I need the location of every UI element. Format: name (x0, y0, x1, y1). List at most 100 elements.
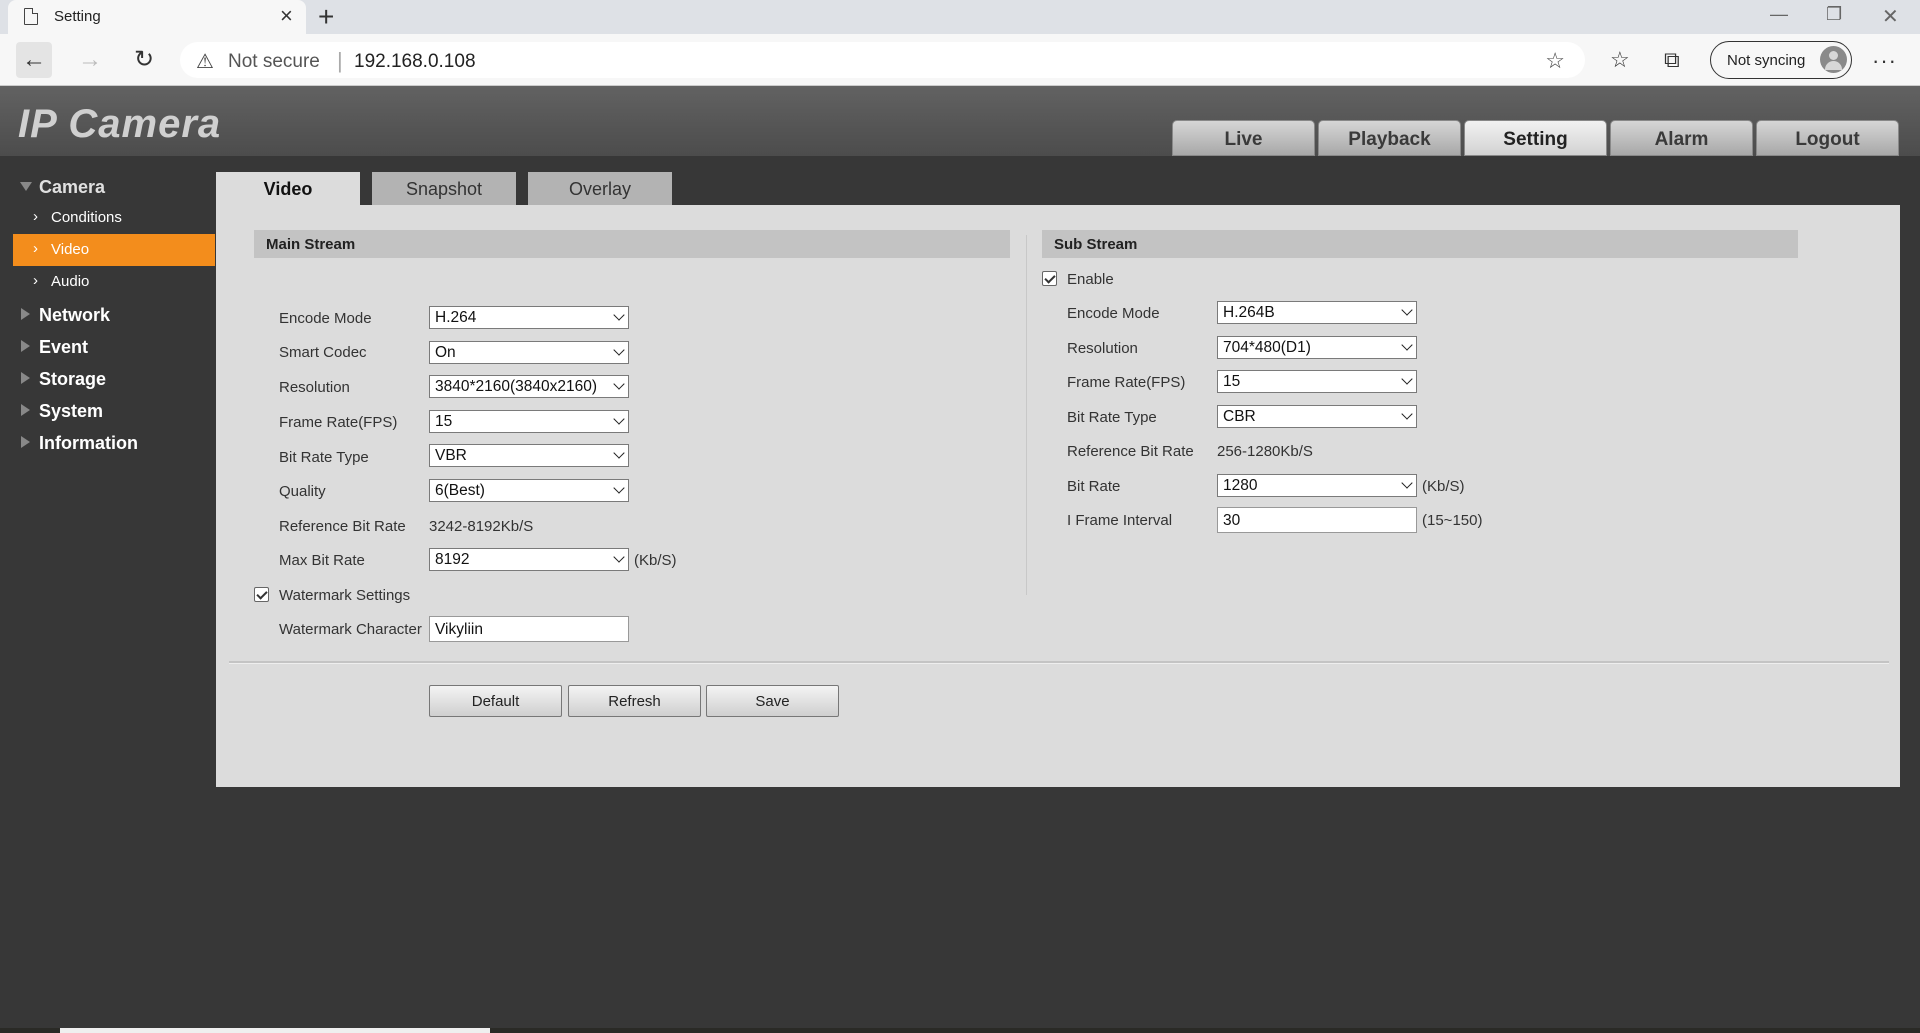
column-divider (1026, 235, 1027, 595)
sidebar-group-label: System (39, 401, 104, 421)
main-stream-header: Main Stream (254, 230, 1010, 258)
collapsed-triangle-icon (21, 372, 30, 384)
back-icon[interactable]: ← (16, 42, 52, 78)
sidebar: Camera › Conditions › Video › Audio Netw… (0, 170, 215, 458)
sub-stream-header: Sub Stream (1042, 230, 1798, 258)
collections-icon[interactable]: ⧉ (1664, 47, 1680, 73)
sidebar-group-system[interactable]: System (0, 394, 215, 426)
main-bit-rate-type-select[interactable]: VBR (429, 444, 629, 467)
sub-encode-mode-select[interactable]: H.264B (1217, 301, 1417, 324)
tab-snapshot[interactable]: Snapshot (372, 172, 522, 206)
sub-enable-label: Enable (1067, 271, 1114, 288)
main-max-bit-rate-unit: (Kb/S) (634, 552, 677, 569)
sub-iframe-range: (15~150) (1422, 512, 1483, 529)
page-icon (24, 8, 38, 25)
chevron-down-icon (1401, 339, 1413, 351)
sidebar-group-information[interactable]: Information (0, 426, 215, 458)
form-divider (229, 661, 1889, 664)
refresh-button[interactable]: Refresh (568, 685, 701, 717)
forward-icon[interactable]: → (72, 42, 108, 78)
chevron-right-icon: › (33, 272, 38, 289)
sidebar-group-storage[interactable]: Storage (0, 362, 215, 394)
main-resolution-select[interactable]: 3840*2160(3840x2160) (429, 375, 629, 398)
warning-icon: ⚠ (196, 51, 214, 73)
expanded-triangle-icon (20, 182, 32, 191)
chevron-down-icon (1401, 373, 1413, 385)
select-value: H.264 (435, 309, 477, 326)
default-button[interactable]: Default (429, 685, 562, 717)
tab-video[interactable]: Video (216, 172, 366, 206)
browser-tab[interactable]: Setting × (8, 0, 306, 34)
sub-bit-rate-select[interactable]: 1280 (1217, 474, 1417, 497)
select-value: 1280 (1223, 477, 1258, 494)
close-window-icon[interactable]: ✕ (1882, 4, 1899, 29)
main-max-bit-rate-label: Max Bit Rate (279, 552, 365, 569)
sub-iframe-input[interactable]: 30 (1217, 507, 1417, 533)
sub-frame-rate-label: Frame Rate(FPS) (1067, 374, 1186, 391)
add-favorite-icon[interactable]: ☆ (1545, 48, 1565, 74)
minimize-icon[interactable]: — (1770, 4, 1788, 25)
sync-label: Not syncing (1727, 52, 1806, 69)
sub-resolution-select[interactable]: 704*480(D1) (1217, 336, 1417, 359)
nav-playback[interactable]: Playback (1318, 120, 1461, 156)
main-quality-label: Quality (279, 483, 326, 500)
tab-overlay[interactable]: Overlay (528, 172, 678, 206)
restore-icon[interactable]: ❐ (1826, 4, 1842, 25)
sidebar-item-video[interactable]: › Video (13, 234, 215, 266)
sub-enable-checkbox[interactable] (1042, 271, 1057, 286)
chevron-down-icon (613, 482, 625, 494)
sidebar-group-network[interactable]: Network (0, 298, 215, 330)
nav-setting[interactable]: Setting (1464, 120, 1607, 156)
chevron-down-icon (1401, 477, 1413, 489)
tab-title: Setting (54, 8, 101, 25)
main-ref-bit-rate-label: Reference Bit Rate (279, 518, 406, 535)
bottom-strip-segment (60, 1028, 490, 1033)
collapsed-triangle-icon (21, 404, 30, 416)
chevron-right-icon: › (33, 208, 38, 225)
sidebar-group-event[interactable]: Event (0, 330, 215, 362)
main-quality-select[interactable]: 6(Best) (429, 479, 629, 502)
sidebar-item-audio[interactable]: › Audio (0, 266, 215, 298)
chevron-down-icon (613, 344, 625, 356)
chevron-right-icon: › (33, 240, 38, 257)
reload-icon[interactable]: ↻ (126, 42, 162, 78)
sidebar-item-conditions[interactable]: › Conditions (0, 202, 215, 234)
main-ref-bit-rate-value: 3242-8192Kb/S (429, 518, 534, 535)
sub-bit-rate-type-select[interactable]: CBR (1217, 405, 1417, 428)
nav-live[interactable]: Live (1172, 120, 1315, 156)
app-header: IP Camera Live Playback Setting Alarm Lo… (0, 86, 1920, 156)
favorites-icon[interactable]: ☆ (1610, 47, 1630, 73)
main-encode-mode-select[interactable]: H.264 (429, 306, 629, 329)
main-resolution-label: Resolution (279, 379, 350, 396)
watermark-character-label: Watermark Character (279, 621, 422, 638)
main-bit-rate-type-label: Bit Rate Type (279, 449, 369, 466)
nav-alarm[interactable]: Alarm (1610, 120, 1753, 156)
close-tab-icon[interactable]: × (280, 3, 293, 29)
sub-iframe-label: I Frame Interval (1067, 512, 1173, 529)
select-value: 15 (1223, 373, 1241, 390)
watermark-character-input[interactable]: Vikyliin (429, 616, 629, 642)
url-field[interactable]: ⚠ Not secure | 192.168.0.108 ☆ (180, 42, 1585, 78)
main-frame-rate-select[interactable]: 15 (429, 410, 629, 433)
profile-sync-button[interactable]: Not syncing (1710, 41, 1852, 79)
save-button[interactable]: Save (706, 685, 839, 717)
sidebar-group-label: Information (39, 433, 138, 453)
main-max-bit-rate-select[interactable]: 8192 (429, 548, 629, 571)
sub-ref-bit-rate-value: 256-1280Kb/S (1217, 443, 1313, 460)
new-tab-icon[interactable]: + (318, 1, 334, 33)
avatar-icon (1820, 46, 1847, 73)
chevron-down-icon (1401, 304, 1413, 316)
sub-frame-rate-select[interactable]: 15 (1217, 370, 1417, 393)
bottom-strip (0, 1028, 1920, 1033)
watermark-settings-checkbox[interactable] (254, 587, 269, 602)
sidebar-group-camera[interactable]: Camera (0, 170, 215, 202)
sidebar-group-label: Camera (39, 177, 106, 197)
main-smart-codec-select[interactable]: On (429, 341, 629, 364)
main-smart-codec-label: Smart Codec (279, 344, 367, 361)
nav-logout[interactable]: Logout (1756, 120, 1899, 156)
more-icon[interactable]: ··· (1872, 48, 1897, 74)
select-value: VBR (435, 447, 467, 464)
sidebar-item-label: Video (51, 241, 90, 258)
sidebar-item-label: Audio (51, 273, 90, 290)
chevron-down-icon (613, 378, 625, 390)
